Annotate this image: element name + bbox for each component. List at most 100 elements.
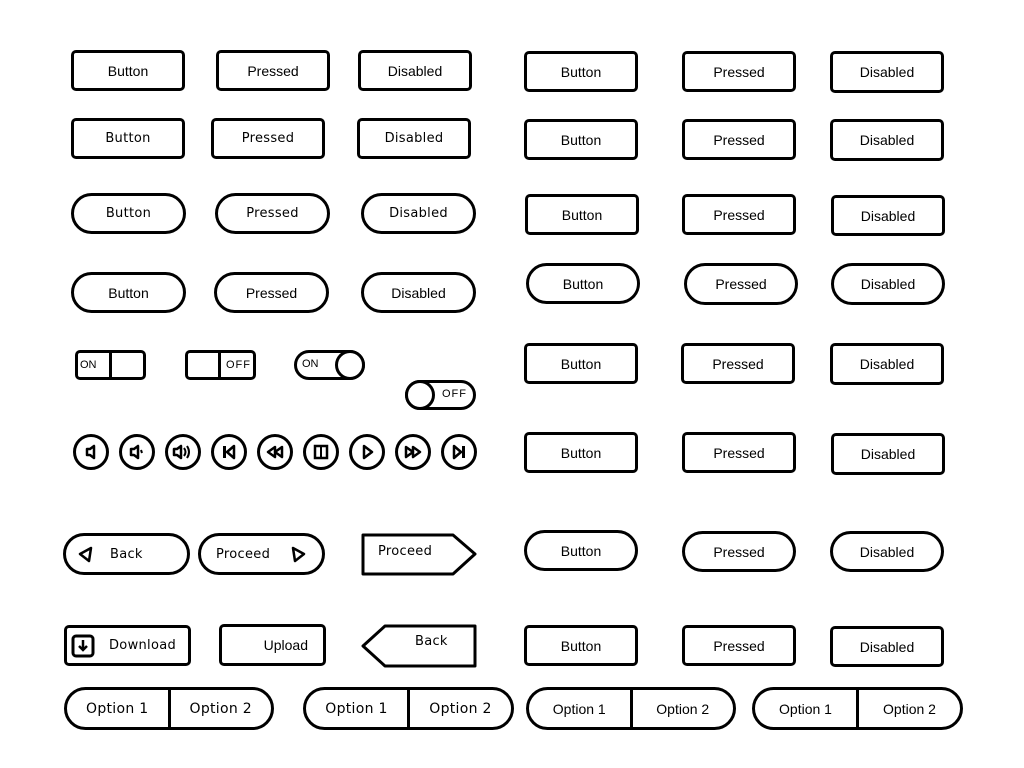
- volume-high-icon: [172, 444, 190, 460]
- toggle-knob: [335, 350, 365, 380]
- button-label: Disabled: [384, 131, 444, 146]
- button-label: Pressed: [246, 206, 299, 221]
- rewind-button[interactable]: [257, 434, 293, 470]
- button-default[interactable]: Button: [524, 343, 638, 384]
- upload-label: Upload: [263, 637, 308, 653]
- segment-option-2[interactable]: Option 2: [629, 690, 734, 727]
- button-pressed[interactable]: Pressed: [682, 531, 796, 572]
- button-label: Disabled: [859, 64, 915, 80]
- play-icon: [362, 444, 374, 460]
- button-pressed[interactable]: Pressed: [211, 118, 325, 159]
- button-label: Pressed: [713, 131, 765, 148]
- segment-option-1[interactable]: Option 1: [529, 690, 630, 727]
- toggle-thumb: [109, 353, 143, 377]
- toggle-rect-on[interactable]: ON: [75, 350, 146, 380]
- button-label: Disabled: [387, 62, 443, 79]
- button-label: Pressed: [715, 276, 767, 292]
- button-label: Pressed: [713, 63, 765, 80]
- skip-back-icon: [223, 444, 236, 460]
- button-default[interactable]: Button: [525, 194, 639, 235]
- button-label: Disabled: [859, 132, 915, 148]
- button-default[interactable]: Button: [526, 263, 640, 304]
- segment-option-1[interactable]: Option 1: [67, 690, 168, 727]
- button-default[interactable]: Button: [524, 625, 638, 666]
- forward-arrow-icon: [291, 546, 306, 563]
- back-label: Back: [110, 546, 143, 562]
- volume-low-button[interactable]: [119, 434, 155, 470]
- button-disabled: Disabled: [361, 193, 476, 234]
- button-label: Disabled: [859, 543, 915, 560]
- segmented-control: Option 1 Option 2: [752, 687, 963, 730]
- fast-forward-button[interactable]: [395, 434, 431, 470]
- button-pressed[interactable]: Pressed: [682, 51, 796, 92]
- button-label: Disabled: [391, 284, 446, 301]
- button-pressed[interactable]: Pressed: [682, 432, 796, 473]
- segment-option-2[interactable]: Option 2: [167, 690, 272, 727]
- button-label: Pressed: [241, 131, 295, 146]
- volume-high-button[interactable]: [165, 434, 201, 470]
- button-label: Disabled: [860, 446, 916, 462]
- pause-button[interactable]: [303, 434, 339, 470]
- button-pressed[interactable]: Pressed: [684, 263, 798, 305]
- fast-forward-icon: [404, 445, 422, 459]
- button-disabled: Disabled: [830, 626, 944, 667]
- toggle-pill-off[interactable]: OFF: [405, 380, 476, 410]
- button-label: Button: [108, 284, 149, 301]
- toggle-label-off: OFF: [218, 353, 253, 377]
- play-button[interactable]: [349, 434, 385, 470]
- button-label: Pressed: [713, 543, 765, 560]
- button-label: Button: [107, 62, 149, 79]
- button-label: Button: [560, 63, 602, 80]
- button-disabled: Disabled: [830, 51, 944, 93]
- button-label: Button: [560, 542, 602, 559]
- segmented-control: Option 1 Option 2: [303, 687, 514, 730]
- proceed-arrow-button[interactable]: Proceed: [361, 533, 478, 576]
- button-default[interactable]: Button: [524, 530, 638, 571]
- button-pressed[interactable]: Pressed: [216, 50, 330, 91]
- back-pill-button[interactable]: Back: [63, 533, 190, 575]
- volume-mute-button[interactable]: [73, 434, 109, 470]
- button-default[interactable]: Button: [71, 193, 186, 234]
- proceed-pill-button[interactable]: Proceed: [198, 533, 325, 575]
- button-default[interactable]: Button: [71, 50, 185, 91]
- toggle-label-on: ON: [302, 358, 319, 370]
- button-pressed[interactable]: Pressed: [681, 343, 795, 384]
- button-default[interactable]: Button: [71, 272, 186, 313]
- button-default[interactable]: Button: [524, 432, 638, 473]
- segment-option-1[interactable]: Option 1: [755, 690, 856, 727]
- button-label: Disabled: [389, 206, 448, 221]
- segmented-control: Option 1 Option 2: [64, 687, 274, 730]
- button-label: Pressed: [713, 444, 765, 461]
- upload-button[interactable]: Upload: [219, 624, 326, 666]
- skip-forward-icon: [452, 444, 465, 460]
- button-pressed[interactable]: Pressed: [682, 119, 796, 160]
- button-default[interactable]: Button: [524, 51, 638, 92]
- button-default[interactable]: Button: [524, 119, 638, 160]
- button-pressed[interactable]: Pressed: [682, 194, 796, 235]
- button-default[interactable]: Button: [71, 118, 185, 159]
- pause-icon: [313, 444, 329, 460]
- toggle-knob: [405, 380, 435, 410]
- button-label: Pressed: [712, 355, 764, 372]
- download-button[interactable]: Download: [64, 625, 191, 666]
- button-label: Disabled: [860, 276, 916, 292]
- back-label: Back: [415, 634, 448, 649]
- button-pressed[interactable]: Pressed: [215, 193, 330, 234]
- button-label: Button: [562, 275, 604, 292]
- segment-option-2[interactable]: Option 2: [407, 690, 511, 727]
- button-label: Button: [561, 206, 603, 223]
- button-label: Button: [560, 444, 602, 461]
- back-arrow-button[interactable]: Back: [361, 624, 478, 668]
- button-label: Button: [105, 206, 152, 221]
- button-pressed[interactable]: Pressed: [214, 272, 329, 313]
- segment-option-2[interactable]: Option 2: [856, 690, 960, 727]
- button-label: Disabled: [860, 207, 916, 224]
- button-pressed[interactable]: Pressed: [682, 625, 796, 666]
- toggle-rect-off[interactable]: OFF: [185, 350, 256, 380]
- segment-option-1[interactable]: Option 1: [306, 690, 407, 727]
- skip-forward-button[interactable]: [441, 434, 477, 470]
- toggle-pill-on[interactable]: ON: [294, 350, 365, 380]
- skip-back-button[interactable]: [211, 434, 247, 470]
- button-label: Pressed: [713, 637, 765, 654]
- download-label: Download: [109, 638, 177, 653]
